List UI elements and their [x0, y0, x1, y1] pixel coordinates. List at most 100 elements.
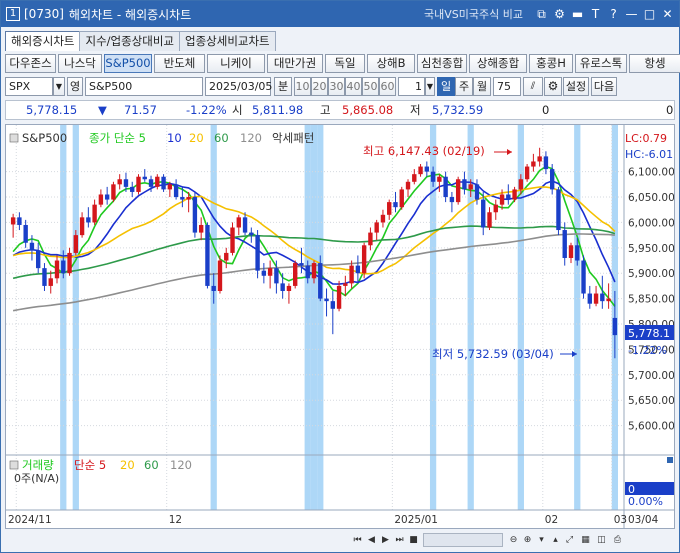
chart-tool-icon[interactable]: ⫽ [523, 77, 543, 96]
index-button-shanghai[interactable]: 상해종합 [469, 54, 527, 73]
text-icon[interactable]: T [588, 7, 603, 22]
compare-link[interactable]: 국내VS미국주식 비교 [424, 6, 523, 22]
index-button-hangseng[interactable]: 항셍 [629, 54, 680, 73]
index-button-dow[interactable]: 다우존스 [5, 54, 56, 73]
period-50[interactable]: 50 [362, 77, 379, 96]
candlestick-chart[interactable]: 6,100.00 6,050.00 6,000.00 5,950.00 5,900.00… [6, 125, 675, 528]
expand-icon[interactable]: ▴ [549, 533, 562, 547]
candle-body [267, 268, 273, 276]
down-arrow-icon: ▼ [98, 103, 107, 117]
y-tick-label: 5,950.00 [628, 243, 674, 255]
tab-sector-compare[interactable]: 업종상세비교차트 [179, 31, 276, 51]
minimize-icon[interactable]: — [624, 7, 639, 22]
pattern-band [574, 125, 581, 510]
gear-icon[interactable]: ⚙ [552, 7, 567, 22]
count-input[interactable]: 1 [398, 77, 425, 96]
pattern-band [310, 125, 318, 510]
index-button-nasdaq[interactable]: 나스닥 [58, 54, 102, 73]
zoom-out-icon[interactable]: ⊖ [507, 533, 520, 547]
volume-scroll-icon[interactable] [667, 457, 673, 463]
candle-body [361, 245, 367, 274]
zoom-in-icon[interactable]: ⊕ [521, 533, 534, 547]
index-button-hscei[interactable]: 홍콩H [529, 54, 573, 73]
symbol-input[interactable]: SPX [5, 77, 53, 96]
prev-page-icon[interactable]: ◀ [365, 533, 378, 547]
bars-input[interactable]: 75 [493, 77, 521, 96]
index-button-semi[interactable]: 반도체 [154, 54, 205, 73]
help-icon[interactable]: ? [606, 7, 621, 22]
period-10[interactable]: 10 [294, 77, 311, 96]
date-input[interactable]: 2025/03/05 [205, 77, 272, 96]
tab-overseas-chart[interactable]: 해외증시차트 [5, 31, 81, 51]
title-bar: 1 [0730] 해외차트 - 해외증시차트 국내VS미국주식 비교 ⧉ ⚙ ▬… [1, 1, 679, 27]
period-20[interactable]: 20 [311, 77, 328, 96]
volume-ma20: 20 [120, 458, 135, 472]
tab-index-compare[interactable]: 지수/업종상대비교 [79, 31, 180, 51]
candle-body [424, 166, 430, 172]
index-button-germany[interactable]: 독일 [325, 54, 365, 73]
minute-button[interactable]: 분 [274, 77, 292, 96]
y-tick-label: 6,100.00 [628, 167, 674, 179]
legend-pattern: 악세패턴 [272, 131, 314, 145]
count-spinner-icon[interactable]: ▼ [425, 77, 435, 96]
candle-body [111, 184, 116, 200]
capture-icon[interactable]: ⎙ [611, 533, 624, 547]
volume-toggle-icon[interactable] [9, 460, 19, 470]
layout-icon[interactable]: ▦ [579, 533, 592, 547]
shrink-icon[interactable]: ▾ [535, 533, 548, 547]
week-button[interactable]: 주 [455, 77, 473, 96]
stop-icon[interactable]: ■ [407, 533, 420, 547]
period-40[interactable]: 40 [345, 77, 362, 96]
candle-body [487, 212, 492, 228]
pattern-band [72, 125, 79, 510]
fit-icon[interactable]: ⤢ [563, 533, 576, 547]
legend-symbol: S&P500 [22, 131, 67, 145]
index-button-nikkei[interactable]: 니케이 [207, 54, 265, 73]
first-page-icon[interactable]: ⏮ [351, 533, 364, 547]
day-button[interactable]: 일 [437, 77, 455, 96]
symbol-name: S&P500 [85, 77, 203, 96]
close-icon[interactable]: ✕ [660, 7, 675, 22]
type-toggle[interactable]: 영 [67, 77, 83, 96]
period-60[interactable]: 60 [379, 77, 396, 96]
candle-body [587, 293, 592, 304]
index-button-shanghai-b[interactable]: 상해B [367, 54, 415, 73]
bar-icon[interactable]: ▬ [570, 7, 585, 22]
split-icon[interactable]: ◫ [595, 533, 608, 547]
candle-body [556, 189, 561, 231]
next-button[interactable]: 다음 [591, 77, 617, 96]
candle-body [349, 265, 354, 284]
candle-body [255, 235, 260, 271]
candle-body [180, 197, 185, 200]
index-button-eurostoxx[interactable]: 유로스톡 [575, 54, 627, 73]
index-button-sp500[interactable]: S&P500 [104, 54, 152, 73]
candle-body [211, 285, 216, 291]
last-price-tag-text: 5,778.1 [628, 327, 670, 340]
link-icon[interactable]: ⧉ [534, 7, 549, 22]
candle-body [142, 176, 147, 180]
legend-ma10: 10 [167, 131, 182, 145]
index-button-shenzhen[interactable]: 심천종합 [417, 54, 467, 73]
index-button-taiwan[interactable]: 대만가권 [267, 54, 323, 73]
open-label: 시 [232, 103, 243, 117]
maximize-icon[interactable]: □ [642, 7, 657, 22]
candle-body [412, 174, 417, 182]
symbol-dropdown-icon[interactable]: ▼ [53, 77, 65, 96]
volume-value: 0 [542, 103, 550, 117]
chart-area[interactable]: 6,100.00 6,050.00 6,000.00 5,950.00 5,900.00… [5, 124, 675, 529]
next-page-icon[interactable]: ▶ [379, 533, 392, 547]
candle-body [36, 250, 41, 269]
horizontal-scrollbar[interactable] [423, 533, 503, 547]
period-30[interactable]: 30 [328, 77, 345, 96]
candle-body [405, 181, 411, 190]
y-tick-label: 5,700.00 [628, 370, 674, 382]
candle-body [437, 176, 442, 182]
candle-body [117, 179, 122, 185]
settings-gear-icon[interactable]: ⚙ [544, 77, 562, 96]
month-button[interactable]: 월 [473, 77, 491, 96]
last-page-icon[interactable]: ⏭ [393, 533, 406, 547]
legend-toggle-icon[interactable] [9, 133, 19, 143]
settings-button[interactable]: 설정 [563, 77, 589, 96]
x-tick-label: 02 [545, 514, 558, 526]
candle-body [374, 222, 379, 233]
